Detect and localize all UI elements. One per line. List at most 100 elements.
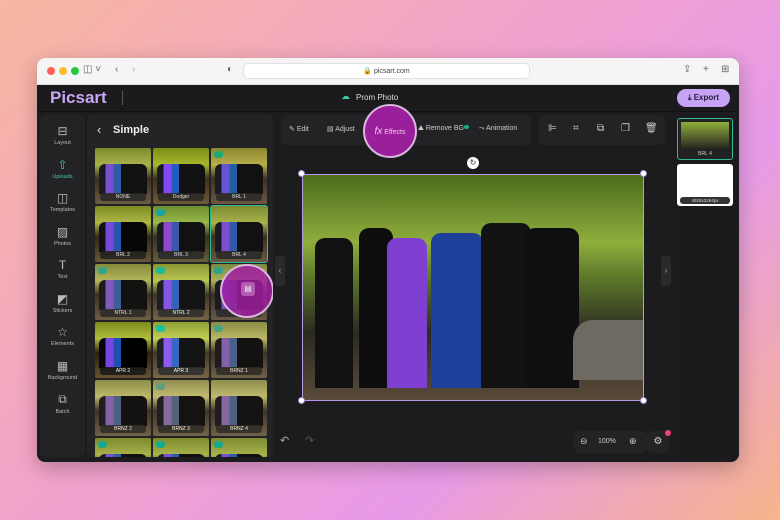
collapse-panel-arrow[interactable]: ‹ bbox=[275, 256, 285, 286]
remove-bg-button[interactable]: ⛰ Remove BG bbox=[418, 125, 469, 133]
cloud-saved-icon: ☁ bbox=[341, 91, 350, 101]
rail-item-layout[interactable]: ⊟ Layout bbox=[40, 124, 85, 146]
back-arrow-icon[interactable]: ‹ bbox=[97, 122, 101, 137]
adjust-label: Adjust bbox=[335, 126, 355, 133]
premium-badge bbox=[156, 209, 165, 216]
close-button[interactable] bbox=[47, 67, 55, 75]
resize-handle[interactable] bbox=[298, 170, 305, 177]
redo-icon[interactable]: ↷ bbox=[305, 434, 314, 447]
thumb-people bbox=[157, 164, 205, 194]
rail-item-text[interactable]: T Text bbox=[40, 258, 85, 280]
filter-thumb[interactable] bbox=[95, 438, 151, 457]
delete-icon[interactable]: 🗑 bbox=[645, 123, 658, 134]
expand-side-arrow[interactable]: › bbox=[661, 256, 671, 286]
page-thumb-image bbox=[681, 122, 729, 148]
rail-item-uploads[interactable]: ⇧ Uploads bbox=[40, 158, 85, 180]
resize-handle[interactable] bbox=[298, 397, 305, 404]
filter-thumb[interactable] bbox=[153, 438, 209, 457]
panel-title: Simple bbox=[113, 124, 150, 136]
filter-thumb[interactable]: NTRL 1 bbox=[95, 264, 151, 320]
filter-thumb[interactable]: BRL 3 bbox=[153, 206, 209, 262]
rail-item-stickers[interactable]: ◩ Stickers bbox=[40, 292, 85, 314]
filter-label: BRL 4 bbox=[216, 251, 262, 259]
zoom-in-icon[interactable]: ⊕ bbox=[629, 436, 637, 447]
undo-icon[interactable]: ↶ bbox=[280, 434, 289, 447]
filter-thumb[interactable]: BRL 4 bbox=[210, 205, 268, 263]
rail-item-label: Text bbox=[57, 274, 68, 280]
thumb-people bbox=[215, 338, 263, 368]
page-thumb-2[interactable]: 4928x3264px bbox=[677, 164, 733, 206]
rail-item-elements[interactable]: ☆ Elements bbox=[40, 325, 85, 347]
upload-icon: ⇧ bbox=[57, 157, 68, 172]
duplicate-icon[interactable]: ❐ bbox=[621, 123, 630, 134]
person bbox=[431, 233, 483, 388]
edit-button[interactable]: ✎ Edit bbox=[289, 125, 309, 133]
effects-button[interactable]: fx Effects bbox=[363, 104, 417, 158]
zoom-out-icon[interactable]: ⊖ bbox=[580, 436, 588, 447]
filter-thumb[interactable]: BRNZ 3 bbox=[153, 380, 209, 436]
crop-icon[interactable]: ⌗ bbox=[573, 123, 579, 134]
rail-item-photos[interactable]: ▨ Photos bbox=[40, 225, 85, 247]
filter-label: BRNZ 2 bbox=[100, 425, 146, 433]
align-icon[interactable]: ⊫ bbox=[548, 123, 557, 134]
maximize-button[interactable] bbox=[71, 67, 79, 75]
page-thumb-1[interactable]: BRL 4 bbox=[677, 118, 733, 160]
filter-thumb[interactable]: BRNZ 2 bbox=[95, 380, 151, 436]
replace-icon[interactable]: ⧉ bbox=[597, 123, 604, 134]
browser-window: ◫ ˅ ‹ › ◐ 🔒 picsart.com ⇪ + ⊞ Picsart ☁ … bbox=[37, 58, 739, 462]
thumb-people bbox=[157, 338, 205, 368]
filter-thumb[interactable]: APR 2 bbox=[95, 322, 151, 378]
canvas-photo[interactable] bbox=[302, 174, 644, 401]
privacy-icon[interactable]: ◐ bbox=[227, 64, 233, 75]
premium-badge bbox=[156, 267, 165, 274]
filter-thumb[interactable] bbox=[211, 438, 267, 457]
person bbox=[387, 238, 427, 388]
export-label: Export bbox=[693, 93, 720, 102]
minimize-button[interactable] bbox=[59, 67, 67, 75]
rail-item-label: Stickers bbox=[52, 307, 73, 314]
filter-thumb[interactable]: BRNZ 1 bbox=[211, 322, 267, 378]
edit-label: Edit bbox=[296, 126, 309, 133]
animation-button[interactable]: ⤳ Animation bbox=[479, 125, 517, 133]
sidebar-toggle-icon[interactable]: ◫ ˅ bbox=[83, 64, 101, 75]
rail-item-label: Batch bbox=[55, 409, 70, 415]
share-icon[interactable]: ⇪ bbox=[683, 64, 691, 75]
resize-handle[interactable] bbox=[640, 170, 647, 177]
filter-thumb[interactable]: NTRL 2 bbox=[153, 264, 209, 320]
thumb-people bbox=[215, 164, 263, 194]
left-rail: ⊟ Layout ⇧ Uploads ◫ Templates ▨ Photos T Text ◩ St… bbox=[40, 114, 85, 457]
back-icon[interactable]: ‹ bbox=[115, 64, 118, 75]
animation-label: Animation bbox=[486, 125, 518, 132]
rotate-handle-icon[interactable]: ↻ bbox=[467, 157, 479, 169]
new-tab-icon[interactable]: + bbox=[703, 64, 709, 75]
rocks bbox=[573, 320, 643, 380]
rail-item-batch[interactable]: ⧉ Batch bbox=[40, 392, 85, 415]
export-button[interactable]: ⤓ Export bbox=[677, 89, 730, 107]
filter-label: NTRL 1 bbox=[100, 309, 146, 317]
filter-thumb[interactable]: BRL 2 bbox=[95, 206, 151, 262]
page-thumb-label: BRL 4 bbox=[698, 151, 712, 157]
divider bbox=[122, 91, 123, 105]
project-title[interactable]: Prom Photo bbox=[356, 93, 398, 102]
premium-badge bbox=[156, 441, 165, 448]
rail-item-templates[interactable]: ◫ Templates bbox=[40, 191, 85, 213]
tab-overview-icon[interactable]: ⊞ bbox=[721, 64, 729, 75]
filter-thumb[interactable]: NONE bbox=[95, 148, 151, 204]
thumb-people bbox=[157, 396, 205, 426]
filter-thumb[interactable]: BRNZ 4 bbox=[211, 380, 267, 436]
settings-button[interactable]: ⚙ bbox=[647, 430, 671, 453]
filter-thumb[interactable]: APR 3 bbox=[153, 322, 209, 378]
resize-handle[interactable] bbox=[640, 397, 647, 404]
adjust-button[interactable]: ▤ Adjust bbox=[327, 125, 355, 133]
person bbox=[525, 228, 579, 388]
thumb-people bbox=[99, 222, 147, 252]
thumb-people bbox=[99, 396, 147, 426]
forward-icon[interactable]: › bbox=[132, 64, 135, 75]
filter-thumb[interactable]: BRL 1 bbox=[211, 148, 267, 204]
rail-item-background[interactable]: ▦ Background bbox=[40, 359, 85, 381]
object-toolbar: ⊫ ⌗ ⧉ ❐ 🗑 bbox=[538, 115, 665, 145]
premium-badge bbox=[156, 325, 165, 332]
address-bar[interactable]: 🔒 picsart.com bbox=[243, 63, 530, 79]
filter-thumb[interactable]: Dodger bbox=[153, 148, 209, 204]
thumb-people bbox=[157, 222, 205, 252]
